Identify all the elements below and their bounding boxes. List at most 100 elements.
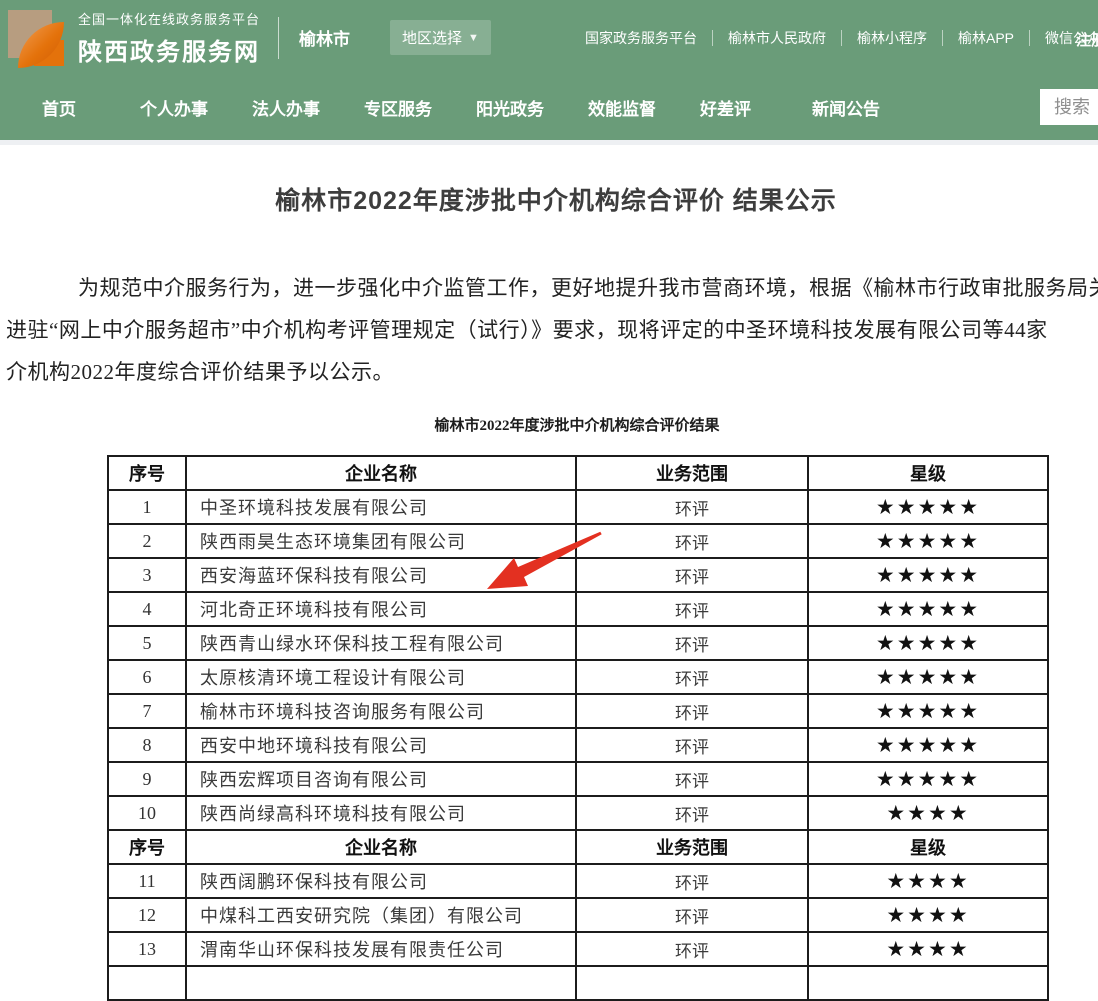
business-scope: 环评 (576, 796, 808, 830)
brand-divider (278, 17, 279, 59)
current-city-label[interactable]: 榆林市 (299, 25, 350, 50)
company-name: 河北奇正环境科技有限公司 (186, 592, 576, 626)
row-number: 4 (108, 592, 186, 626)
star-rating: ★★★★★ (808, 694, 1048, 728)
empty-cell (808, 966, 1048, 1000)
company-name: 陕西宏辉项目咨询有限公司 (186, 762, 576, 796)
search-input[interactable] (1040, 89, 1098, 125)
company-name: 陕西雨昊生态环境集团有限公司 (186, 524, 576, 558)
brand-block: 全国一体化在线政务服务平台 陕西政务服务网 (78, 9, 260, 67)
empty-cell (186, 966, 576, 1000)
table-row-partial (108, 966, 1048, 1000)
business-scope: 环评 (576, 728, 808, 762)
top-links: 国家政务服务平台榆林市人民政府榆林小程序榆林APP微信公众号 (570, 0, 1098, 75)
empty-cell (576, 966, 808, 1000)
row-number: 3 (108, 558, 186, 592)
table-row: 12中煤科工西安研究院（集团）有限公司环评★★★★ (108, 898, 1048, 932)
nav-items: 首页 个人办事 法人办事 专区服务 阳光政务 效能监督 好差评 新闻公告 (42, 95, 924, 120)
table-row: 1中圣环境科技发展有限公司环评★★★★★ (108, 490, 1048, 524)
star-rating: ★★★★ (808, 932, 1048, 966)
star-rating: ★★★★ (808, 864, 1048, 898)
star-rating: ★★★★★ (808, 524, 1048, 558)
row-number: 8 (108, 728, 186, 762)
star-rating: ★★★★★ (808, 558, 1048, 592)
nav-item-6[interactable]: 效能监督 (588, 95, 656, 120)
row-number: 13 (108, 932, 186, 966)
table-row: 10陕西尚绿高科环境科技有限公司环评★★★★ (108, 796, 1048, 830)
company-name: 中圣环境科技发展有限公司 (186, 490, 576, 524)
business-scope: 环评 (576, 932, 808, 966)
business-scope: 环评 (576, 694, 808, 728)
row-number: 10 (108, 796, 186, 830)
column-header: 序号 (108, 456, 186, 490)
nav-item-2[interactable]: 个人办事 (140, 95, 208, 120)
row-number: 11 (108, 864, 186, 898)
star-rating: ★★★★ (808, 796, 1048, 830)
site-name: 陕西政务服务网 (78, 32, 260, 67)
row-number: 6 (108, 660, 186, 694)
company-name: 榆林市环境科技咨询服务有限公司 (186, 694, 576, 728)
column-header: 业务范围 (576, 456, 808, 490)
column-header: 星级 (808, 456, 1048, 490)
main-nav: 首页 个人办事 法人办事 专区服务 阳光政务 效能监督 好差评 新闻公告 (0, 75, 1098, 140)
company-name: 西安海蓝环保科技有限公司 (186, 558, 576, 592)
column-header: 序号 (108, 830, 186, 864)
evaluation-table: 序号企业名称业务范围星级1中圣环境科技发展有限公司环评★★★★★2陕西雨昊生态环… (107, 455, 1049, 1001)
region-selector-label: 地区选择 (402, 27, 462, 48)
register-link[interactable]: 注册 (1076, 29, 1098, 50)
nav-item-7[interactable]: 好差评 (700, 95, 751, 120)
business-scope: 环评 (576, 660, 808, 694)
page-title: 榆林市2022年度涉批中介机构综合评价 结果公示 (0, 181, 1098, 217)
nav-item-5[interactable]: 阳光政务 (476, 95, 544, 120)
business-scope: 环评 (576, 592, 808, 626)
column-header: 企业名称 (186, 456, 576, 490)
page: { "header": { "platform": "全国一体化在线政务服务平台… (0, 0, 1098, 947)
column-header: 星级 (808, 830, 1048, 864)
table-header-row: 序号企业名称业务范围星级 (108, 456, 1048, 490)
nav-item-3[interactable]: 法人办事 (252, 95, 320, 120)
column-header: 业务范围 (576, 830, 808, 864)
row-number: 2 (108, 524, 186, 558)
table-header-row: 序号企业名称业务范围星级 (108, 830, 1048, 864)
row-number: 12 (108, 898, 186, 932)
table-row: 6太原核清环境工程设计有限公司环评★★★★★ (108, 660, 1048, 694)
nav-item-1[interactable]: 首页 (42, 95, 76, 120)
star-rating: ★★★★★ (808, 626, 1048, 660)
star-rating: ★★★★ (808, 898, 1048, 932)
company-name: 渭南华山环保科技发展有限责任公司 (186, 932, 576, 966)
business-scope: 环评 (576, 864, 808, 898)
site-header: 全国一体化在线政务服务平台 陕西政务服务网 榆林市 地区选择 ▼ 国家政务服务平… (0, 0, 1098, 145)
business-scope: 环评 (576, 762, 808, 796)
table-row: 5陕西青山绿水环保科技工程有限公司环评★★★★★ (108, 626, 1048, 660)
header-upper-row: 全国一体化在线政务服务平台 陕西政务服务网 榆林市 地区选择 ▼ 国家政务服务平… (0, 0, 1098, 75)
paragraph-line: 进驻“网上中介服务超市”中介机构考评管理规定（试行）》要求，现将评定的中圣环境科… (6, 309, 1098, 351)
column-header: 企业名称 (186, 830, 576, 864)
company-name: 中煤科工西安研究院（集团）有限公司 (186, 898, 576, 932)
star-rating: ★★★★★ (808, 592, 1048, 626)
top-link-1[interactable]: 国家政务服务平台 (570, 30, 713, 46)
business-scope: 环评 (576, 626, 808, 660)
platform-name: 全国一体化在线政务服务平台 (78, 9, 260, 28)
nav-item-8[interactable]: 新闻公告 (812, 95, 880, 120)
top-link-3[interactable]: 榆林小程序 (842, 30, 943, 46)
table-row: 4河北奇正环境科技有限公司环评★★★★★ (108, 592, 1048, 626)
table-row: 3西安海蓝环保科技有限公司环评★★★★★ (108, 558, 1048, 592)
table-row: 11陕西阔鹏环保科技有限公司环评★★★★ (108, 864, 1048, 898)
nav-item-4[interactable]: 专区服务 (364, 95, 432, 120)
top-link-4[interactable]: 榆林APP (943, 30, 1030, 46)
business-scope: 环评 (576, 558, 808, 592)
chevron-down-icon: ▼ (468, 32, 479, 44)
top-link-2[interactable]: 榆林市人民政府 (713, 30, 842, 46)
paragraph-line: 为规范中介服务行为，进一步强化中介监管工作，更好地提升我市营商环境，根据《榆林市… (6, 267, 1098, 309)
row-number: 7 (108, 694, 186, 728)
star-rating: ★★★★★ (808, 762, 1048, 796)
company-name: 陕西尚绿高科环境科技有限公司 (186, 796, 576, 830)
table-row: 13渭南华山环保科技发展有限责任公司环评★★★★ (108, 932, 1048, 966)
business-scope: 环评 (576, 490, 808, 524)
company-name: 陕西青山绿水环保科技工程有限公司 (186, 626, 576, 660)
paragraph-line: 介机构2022年度综合评价结果予以公示。 (6, 351, 1098, 393)
region-selector-button[interactable]: 地区选择 ▼ (390, 20, 491, 55)
article-content: 榆林市2022年度涉批中介机构综合评价 结果公示 为规范中介服务行为，进一步强化… (0, 181, 1098, 1001)
article-paragraph: 为规范中介服务行为，进一步强化中介监管工作，更好地提升我市营商环境，根据《榆林市… (0, 267, 1098, 393)
company-name: 太原核清环境工程设计有限公司 (186, 660, 576, 694)
